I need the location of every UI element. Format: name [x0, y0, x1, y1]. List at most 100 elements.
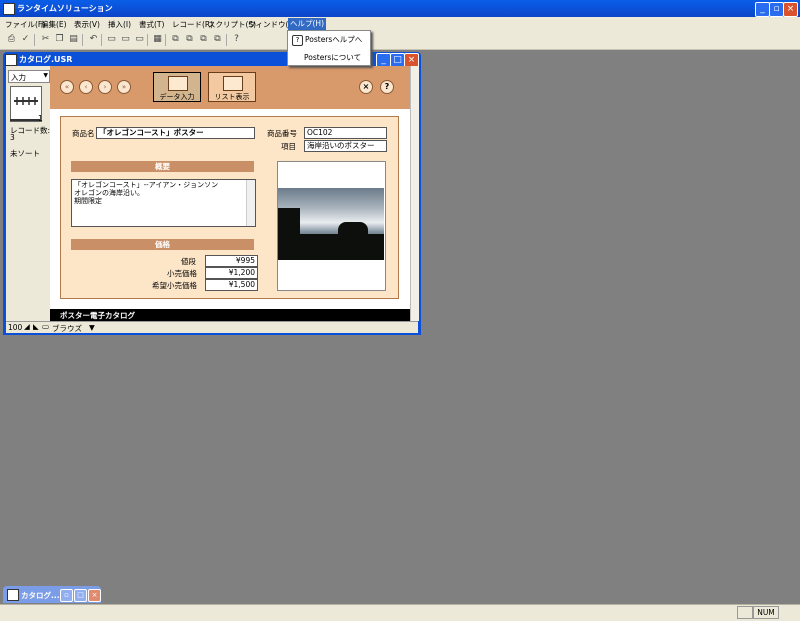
msrp-field[interactable]: ¥1,500	[205, 279, 258, 291]
record-number: 1	[38, 114, 43, 123]
menu-help[interactable]: ヘルプ(H)	[288, 18, 326, 30]
document-icon	[5, 54, 17, 66]
toolbar: ⎙ ✓ ✂ ❐ ▤ ↶ ▭ ▭ ▭ ▦ ⧉ ⧉ ⧉ ⧉ ?	[0, 31, 800, 50]
price-field[interactable]: ¥995	[205, 255, 258, 267]
summary-field[interactable]: 「オレゴンコースト」--アイアン・ジョンソン オレゴンの海岸沿い。 期間限定	[71, 179, 256, 227]
delete-record-icon[interactable]: ▭	[120, 34, 131, 45]
help-circle-icon[interactable]: ?	[380, 80, 394, 94]
list-view-button[interactable]: リスト表示	[208, 72, 256, 102]
new-record-icon[interactable]: ▭	[106, 34, 117, 45]
app-title-bar: ランタイムソリューション _ ▫ ×	[0, 0, 800, 17]
sort-icon[interactable]: ▦	[152, 34, 163, 45]
menu-bar: ファイル(F) 編集(E) 表示(V) 挿入(I) 書式(T) レコード(R) …	[0, 17, 800, 31]
help-icon[interactable]: ?	[231, 34, 242, 45]
data-entry-label: データ入力	[159, 93, 195, 101]
next-record-icon[interactable]: ›	[98, 80, 112, 94]
first-record-icon[interactable]: «	[60, 80, 74, 94]
chevron-down-icon: ▼	[43, 72, 48, 79]
poster-photo	[278, 188, 384, 260]
rock-shape	[338, 222, 368, 236]
category-field[interactable]: 海岸沿いのポスター	[304, 140, 387, 152]
product-name-label: 商品名	[72, 129, 95, 138]
minimized-window[interactable]: カタログ... ▫ □ ×	[3, 586, 101, 603]
status-toggle-icon[interactable]: ▭	[42, 322, 49, 331]
product-code-field[interactable]: OC102	[304, 127, 387, 139]
summary-line: 期間限定	[74, 197, 102, 205]
document-icon	[7, 589, 19, 601]
product-name-field[interactable]: 「オレゴンコースト」ポスター	[96, 127, 255, 139]
record-count: 3	[10, 133, 15, 142]
cut-icon[interactable]: ✂	[40, 34, 51, 45]
product-code-label: 商品番号	[267, 129, 297, 138]
about-item[interactable]: Postersについて	[304, 52, 361, 63]
price-label: 値段	[181, 257, 196, 266]
restore-icon[interactable]: ▫	[769, 2, 784, 17]
book-pages-icon	[14, 97, 38, 105]
category-label: 項目	[281, 142, 296, 151]
app-icon	[3, 3, 15, 15]
data-entry-button[interactable]: データ入力	[153, 72, 201, 102]
minimized-title: カタログ...	[21, 591, 60, 600]
num-lock-indicator: NUM	[753, 606, 779, 619]
menu-insert[interactable]: 挿入(I)	[108, 19, 131, 30]
close-layout-icon[interactable]: ×	[359, 80, 373, 94]
summary-header: 概要	[71, 161, 254, 172]
close-icon[interactable]: ×	[783, 2, 798, 17]
view-mode[interactable]: ブラウズ	[52, 323, 82, 334]
menu-records[interactable]: レコード(R)	[172, 19, 213, 30]
last-record-icon[interactable]: »	[117, 80, 131, 94]
document-status-bar: 100 ◢ ◣ ▭ ブラウズ ▼	[6, 321, 418, 333]
zoom-out-icon[interactable]: ◢	[24, 322, 30, 331]
status-bar	[0, 604, 800, 621]
close-icon[interactable]: ×	[88, 589, 101, 602]
record-slider[interactable]	[10, 119, 40, 121]
restore-icon[interactable]: ▫	[60, 589, 73, 602]
vertical-scrollbar[interactable]	[410, 66, 419, 321]
find-all-icon[interactable]: ⧉	[184, 34, 195, 45]
help-dropdown: ? Postersヘルプへ Postersについて	[287, 30, 371, 66]
menu-edit[interactable]: 編集(E)	[41, 19, 67, 30]
mode-value: 入力	[11, 73, 26, 82]
retail-price-label: 小売価格	[167, 269, 197, 278]
print-icon[interactable]: ⎙	[6, 34, 17, 45]
zoom-level[interactable]: 100	[8, 323, 22, 332]
minimize-icon[interactable]: _	[755, 2, 770, 17]
form-view-icon	[168, 76, 188, 91]
layout-footer: ポスター電子カタログ	[50, 309, 411, 321]
omit-icon[interactable]: ⧉	[198, 34, 209, 45]
retail-price-field[interactable]: ¥1,200	[205, 267, 258, 279]
show-omitted-icon[interactable]: ⧉	[212, 34, 223, 45]
duplicate-record-icon[interactable]: ▭	[134, 34, 145, 45]
menu-format[interactable]: 書式(T)	[139, 19, 164, 30]
toolbar-divider	[226, 34, 227, 46]
toolbar-divider	[101, 34, 102, 46]
help-contents-label: Postersヘルプへ	[305, 35, 363, 44]
app-title: ランタイムソリューション	[17, 4, 113, 13]
chevron-down-icon[interactable]: ▼	[89, 323, 95, 332]
undo-icon[interactable]: ↶	[88, 34, 99, 45]
summary-scrollbar[interactable]	[246, 180, 255, 226]
summary-text: 「オレゴンコースト」--アイアン・ジョンソン オレゴンの海岸沿い。 期間限定	[74, 181, 218, 205]
mode-select[interactable]: 入力 ▼	[8, 70, 50, 83]
menu-file[interactable]: ファイル(F)	[5, 19, 45, 30]
summary-line: 「オレゴンコースト」--アイアン・ジョンソン	[74, 181, 219, 189]
prev-record-icon[interactable]: ‹	[79, 80, 93, 94]
rock-shape	[298, 234, 384, 260]
list-view-icon	[223, 76, 243, 91]
spellcheck-icon[interactable]: ✓	[20, 34, 31, 45]
help-contents-item[interactable]: ? Postersヘルプへ	[292, 34, 362, 46]
paste-icon[interactable]: ▤	[68, 34, 79, 45]
summary-line: オレゴンの海岸沿い。	[74, 189, 144, 197]
rock-shape	[278, 208, 300, 260]
menu-view[interactable]: 表示(V)	[74, 19, 100, 30]
footer-label: ポスター電子カタログ	[60, 311, 135, 320]
sort-status: 未ソート	[10, 149, 40, 158]
toolbar-divider	[165, 34, 166, 46]
msrp-label: 希望小売価格	[152, 281, 197, 290]
copy-icon[interactable]: ❐	[54, 34, 65, 45]
zoom-in-icon[interactable]: ◣	[33, 322, 39, 331]
find-icon[interactable]: ⧉	[170, 34, 181, 45]
maximize-icon[interactable]: □	[74, 589, 87, 602]
help-book-icon: ?	[292, 35, 303, 46]
status-panel	[737, 606, 753, 619]
